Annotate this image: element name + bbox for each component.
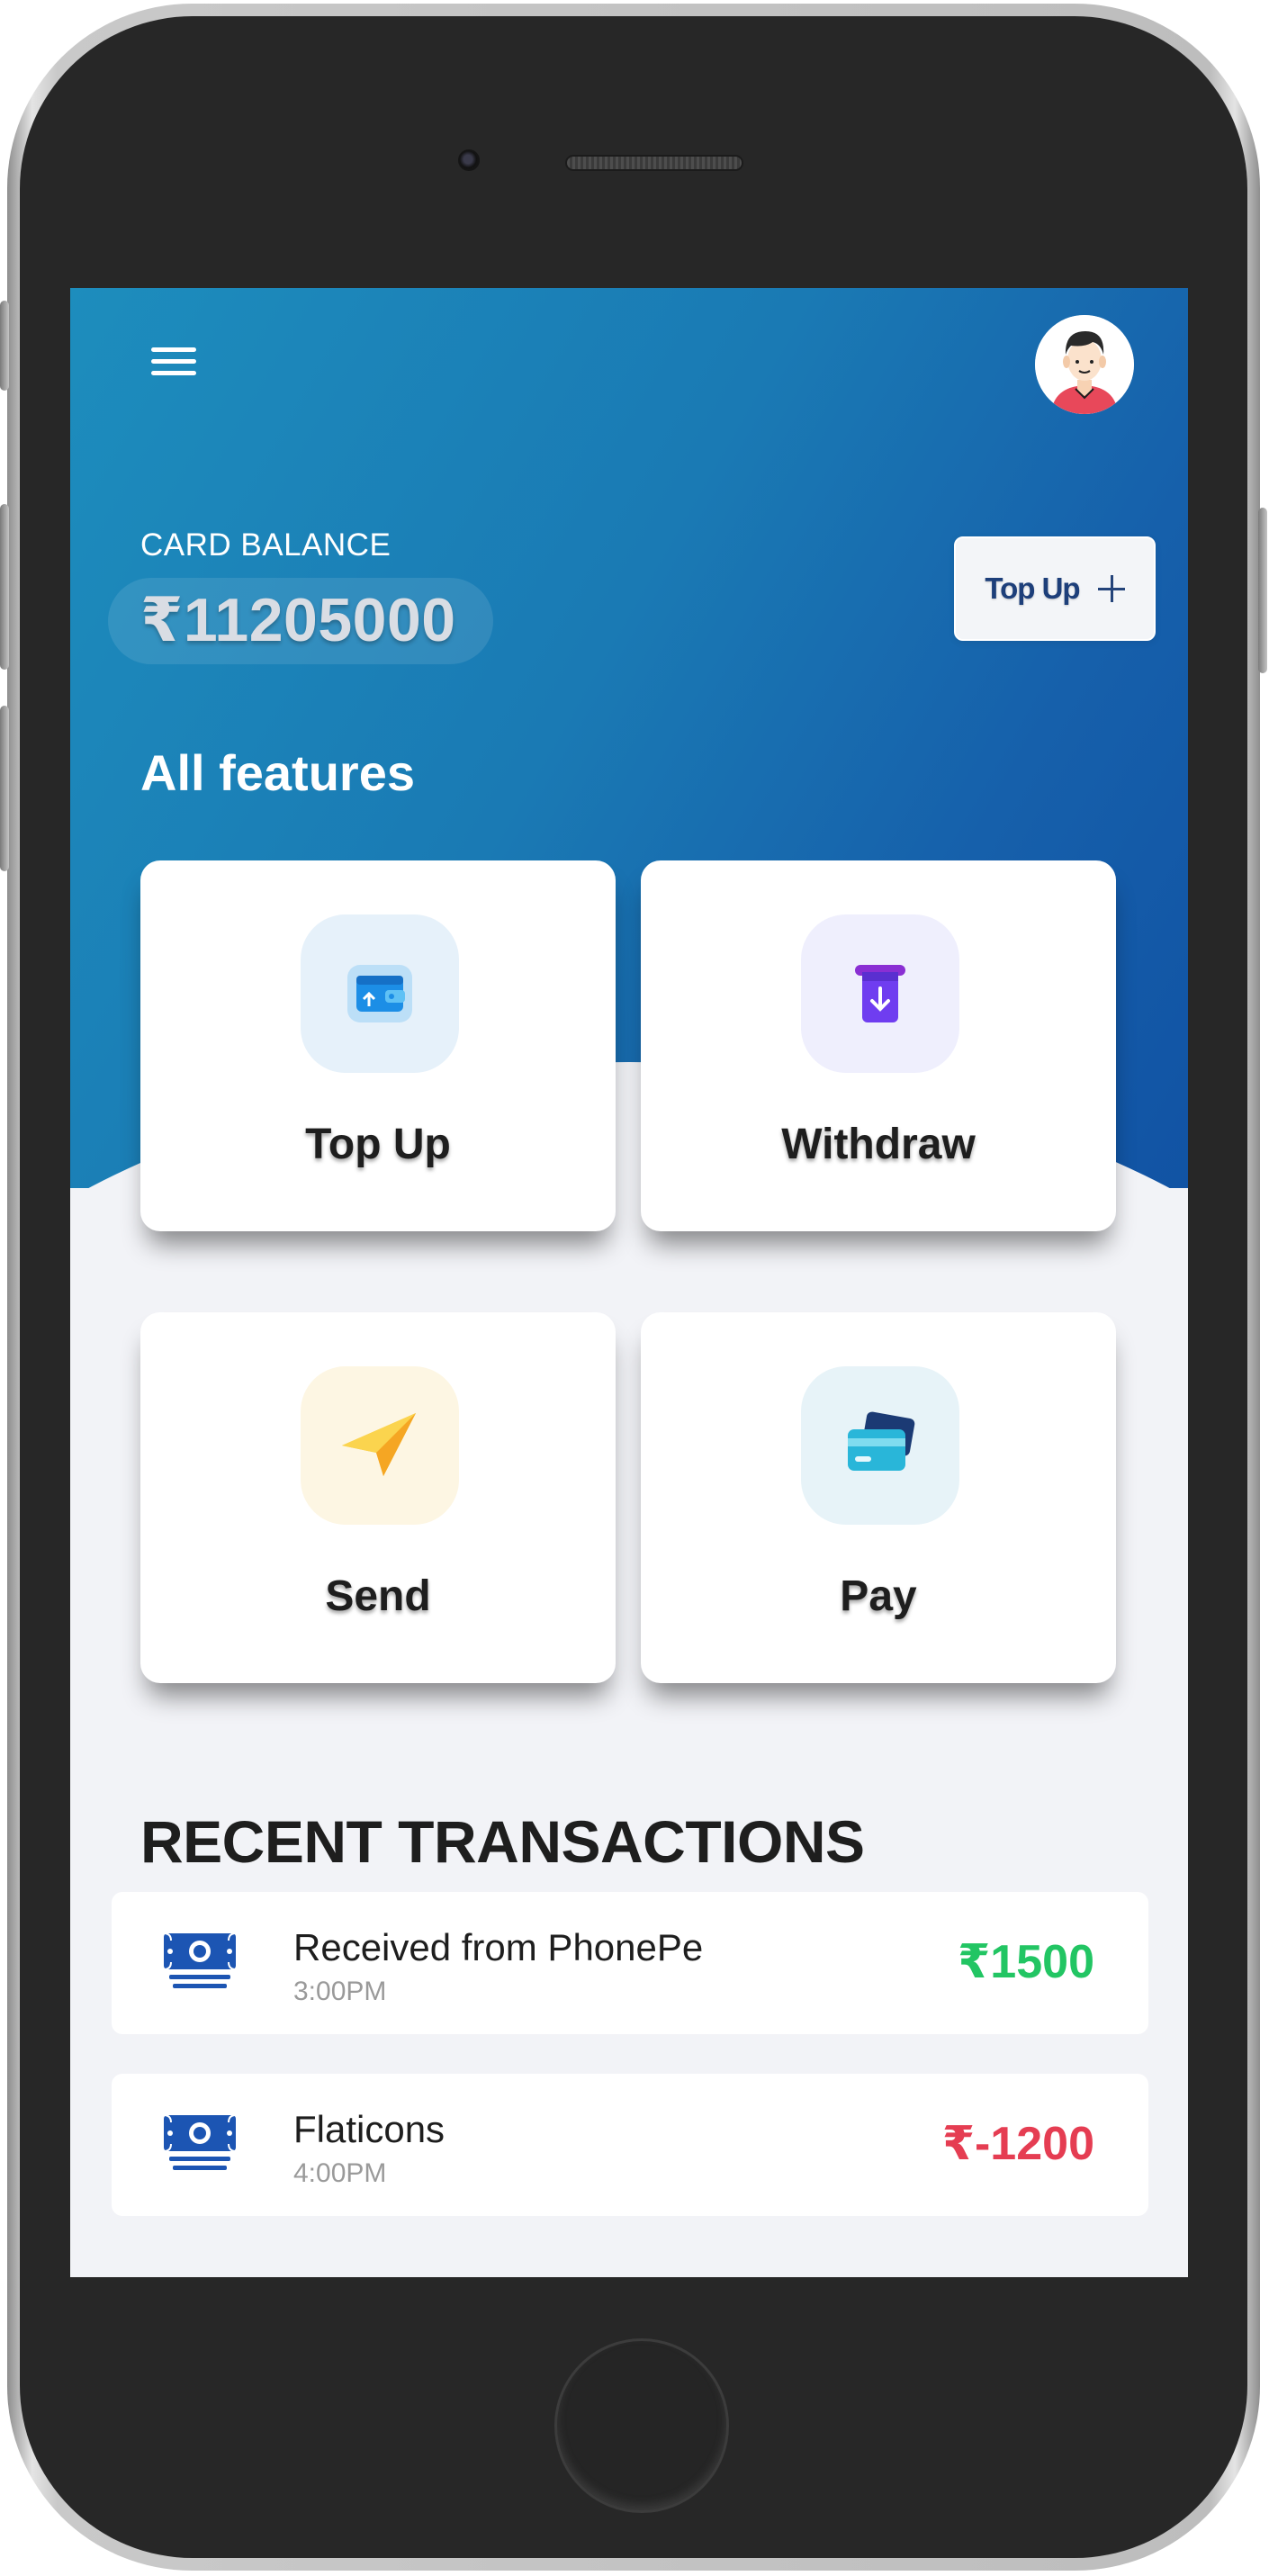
feature-card-withdraw[interactable]: Withdraw bbox=[641, 860, 1116, 1231]
app-screen: CARD BALANCE ₹11205000 Top Up All featur… bbox=[70, 288, 1188, 2277]
card-balance-value: ₹11205000 bbox=[140, 586, 456, 654]
feature-card-top-up[interactable]: Top Up bbox=[140, 860, 616, 1231]
atm-withdraw-icon bbox=[801, 914, 959, 1073]
paper-plane-icon bbox=[301, 1366, 459, 1525]
wallet-topup-icon bbox=[301, 914, 459, 1073]
card-balance-label: CARD BALANCE bbox=[140, 527, 392, 563]
hamburger-menu-icon[interactable] bbox=[149, 342, 200, 382]
volume-up-button bbox=[0, 504, 9, 670]
transaction-name: Received from PhonePe bbox=[293, 1926, 704, 1968]
transaction-row[interactable]: Received from PhonePe 3:00PM ₹1500 bbox=[112, 1892, 1148, 2034]
plus-icon bbox=[1097, 575, 1125, 602]
credit-cards-icon bbox=[801, 1366, 959, 1525]
mute-switch bbox=[0, 301, 9, 391]
features-title: All features bbox=[140, 744, 415, 801]
feature-card-label: Send bbox=[325, 1572, 431, 1620]
feature-card-send[interactable]: Send bbox=[140, 1312, 616, 1683]
earpiece-speaker bbox=[565, 155, 743, 171]
transaction-time: 4:00PM bbox=[293, 2158, 387, 2188]
transaction-time: 3:00PM bbox=[293, 1977, 387, 2006]
front-camera bbox=[458, 149, 480, 171]
feature-card-label: Pay bbox=[840, 1572, 917, 1620]
top-up-button[interactable]: Top Up bbox=[954, 536, 1156, 641]
feature-card-label: Top Up bbox=[305, 1121, 451, 1168]
transaction-amount: ₹-1200 bbox=[941, 2118, 1094, 2170]
transaction-name: Flaticons bbox=[293, 2108, 446, 2150]
volume-down-button bbox=[0, 706, 9, 871]
feature-card-pay[interactable]: Pay bbox=[641, 1312, 1116, 1683]
feature-card-label: Withdraw bbox=[781, 1121, 976, 1168]
transaction-row[interactable]: Flaticons 4:00PM ₹-1200 bbox=[112, 2074, 1148, 2216]
power-button bbox=[1258, 508, 1267, 673]
money-bills-icon bbox=[162, 2112, 238, 2176]
money-bills-icon bbox=[162, 1930, 238, 1995]
user-avatar-icon[interactable] bbox=[1035, 315, 1134, 414]
top-up-button-label: Top Up bbox=[985, 572, 1080, 605]
recent-transactions-title: RECENT TRANSACTIONS bbox=[140, 1808, 865, 1875]
home-button[interactable] bbox=[554, 2338, 729, 2513]
transaction-amount: ₹1500 bbox=[958, 1936, 1094, 1988]
